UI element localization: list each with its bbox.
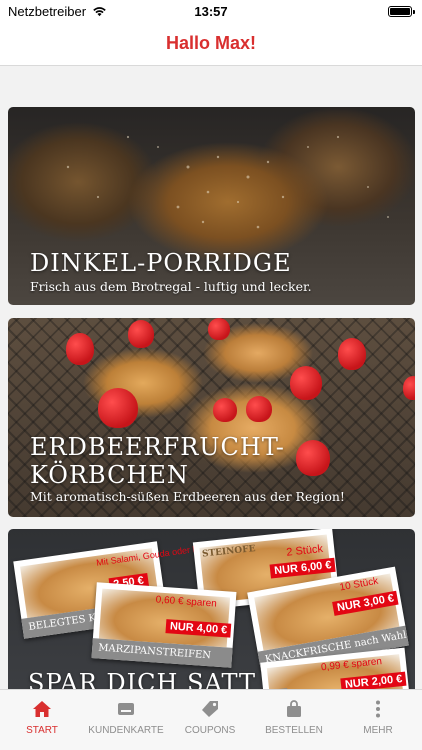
strawberry bbox=[66, 333, 94, 365]
tab-start[interactable]: START bbox=[0, 690, 84, 750]
card-title: ERDBEERFRUCHT- KÖRBCHEN bbox=[30, 433, 285, 489]
strawberry bbox=[296, 440, 330, 476]
card-subtitle: Frisch aus dem Brotregal - luftig und le… bbox=[30, 279, 312, 294]
page-title: Hallo Max! bbox=[165, 33, 257, 53]
strawberry bbox=[290, 366, 322, 400]
tab-bestellen[interactable]: BESTELLEN bbox=[252, 690, 336, 750]
card-icon bbox=[118, 703, 134, 715]
tab-coupons[interactable]: COUPONS bbox=[168, 690, 252, 750]
strawberry bbox=[208, 318, 230, 340]
tab-kundenkarte[interactable]: KUNDENKARTE bbox=[84, 690, 168, 750]
battery-icon bbox=[388, 6, 415, 17]
status-bar: Netzbetreiber 13:57 bbox=[0, 0, 422, 24]
bag-icon bbox=[287, 700, 301, 717]
home-icon bbox=[33, 701, 51, 717]
product-card-dinkel-porridge[interactable]: DINKEL-PORRIDGE Frisch aus dem Brotregal… bbox=[8, 107, 415, 305]
tab-bar: START KUNDENKARTE COUPONS BESTELLEN MEHR bbox=[0, 689, 422, 750]
card-title-line-2: KÖRBCHEN bbox=[30, 461, 189, 489]
card-subtitle: Mit aromatisch-süßen Erdbeeren aus der R… bbox=[30, 489, 345, 504]
tab-label: MEHR bbox=[363, 725, 393, 736]
tab-label: BESTELLEN bbox=[265, 725, 323, 736]
tag-icon bbox=[202, 701, 218, 717]
tab-label: KUNDENKARTE bbox=[88, 725, 164, 736]
promo-card-spar-dich-satt[interactable]: Mit Salami, Gouda oder Pute 2,50 € BELEG… bbox=[8, 529, 415, 699]
strawberry bbox=[128, 320, 154, 348]
more-icon bbox=[376, 700, 380, 718]
card-title-line-1: ERDBEERFRUCHT- bbox=[30, 433, 285, 461]
strawberry bbox=[338, 338, 366, 370]
nav-bar: Hallo Max! bbox=[0, 24, 422, 66]
tab-mehr[interactable]: MEHR bbox=[336, 690, 420, 750]
strawberry bbox=[213, 398, 237, 422]
strawberry bbox=[403, 376, 415, 400]
coupon-marzipanstreifen: 0,60 € sparen NUR 4,00 € MARZIPANSTREIFE… bbox=[91, 582, 237, 668]
card-title: DINKEL-PORRIDGE bbox=[30, 249, 292, 277]
strawberry bbox=[246, 396, 272, 422]
strawberry bbox=[98, 388, 138, 428]
product-card-erdbeerfrucht-koerbchen[interactable]: ERDBEERFRUCHT- KÖRBCHEN Mit aromatisch-s… bbox=[8, 318, 415, 517]
tab-label: COUPONS bbox=[184, 725, 236, 736]
clock: 13:57 bbox=[194, 4, 228, 19]
tab-label: START bbox=[26, 725, 58, 736]
